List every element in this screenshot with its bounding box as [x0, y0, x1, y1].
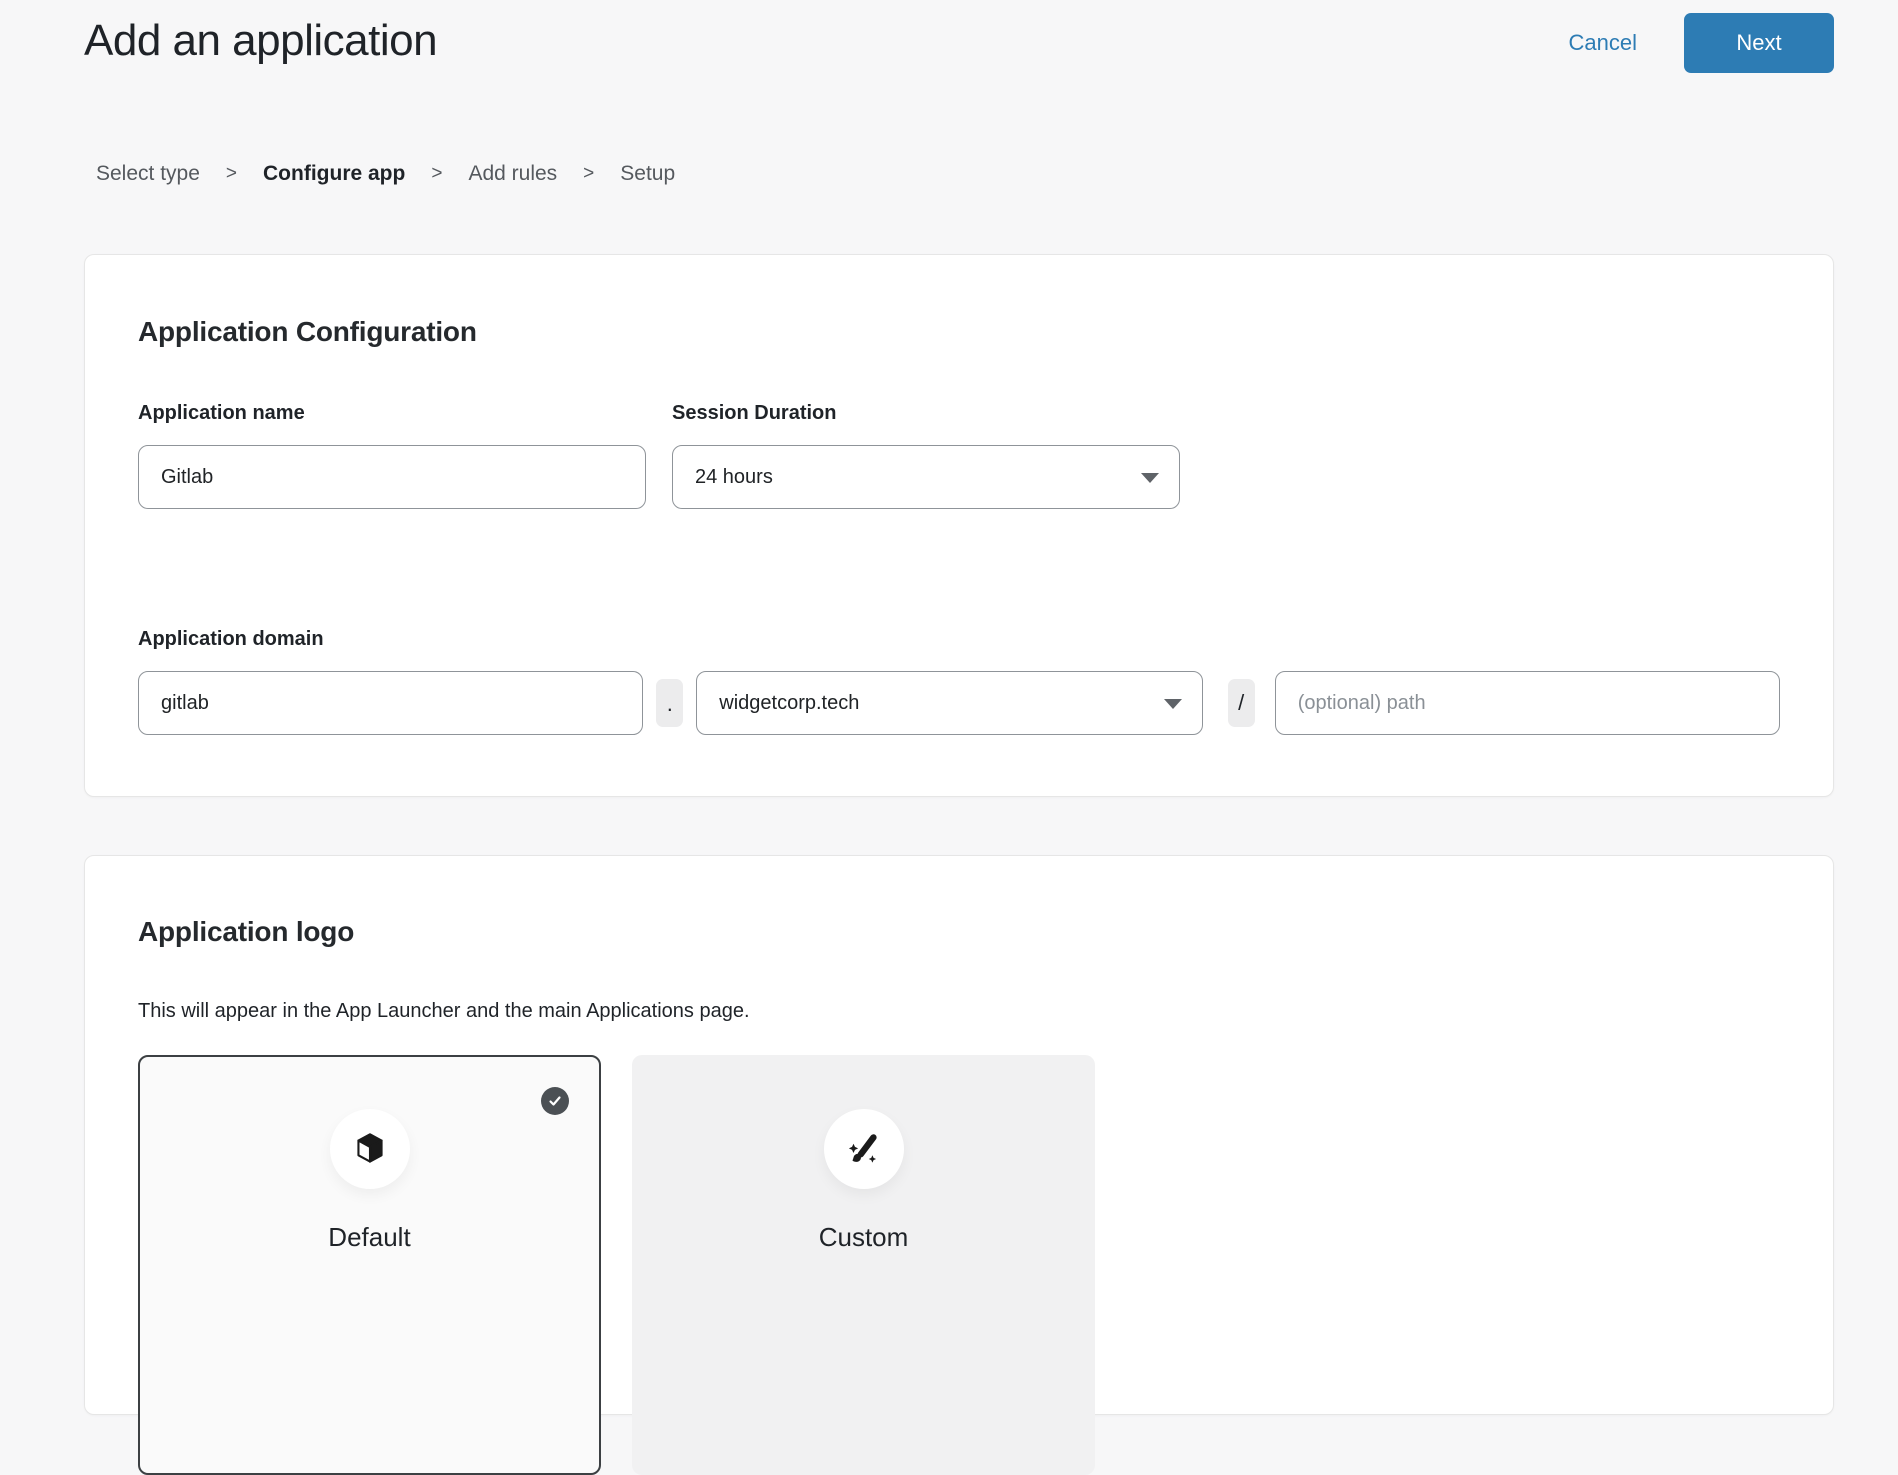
session-duration-field-group: Session Duration 24 hours [672, 401, 1180, 509]
application-domain-row: . widgetcorp.tech / [138, 671, 1780, 735]
default-logo-circle [330, 1109, 410, 1189]
session-duration-value: 24 hours [695, 466, 773, 489]
breadcrumb: Select type > Configure app > Add rules … [96, 160, 1898, 188]
breadcrumb-separator: > [583, 160, 594, 188]
application-name-label: Application name [138, 401, 646, 425]
application-logo-card: Application logo This will appear in the… [84, 855, 1834, 1415]
cancel-button[interactable]: Cancel [1569, 30, 1637, 56]
logo-option-label: Custom [819, 1222, 909, 1253]
logo-option-label: Default [328, 1222, 410, 1253]
cube-icon [349, 1128, 391, 1170]
breadcrumb-separator: > [431, 160, 442, 188]
next-button[interactable]: Next [1684, 13, 1834, 73]
application-name-field-group: Application name [138, 401, 646, 509]
logo-option-default[interactable]: Default [138, 1055, 601, 1475]
chevron-down-icon [1141, 473, 1159, 483]
logo-option-tiles: Default Custom [138, 1055, 1780, 1475]
selected-check-badge [541, 1087, 569, 1115]
check-icon [547, 1093, 563, 1109]
logo-option-custom[interactable]: Custom [632, 1055, 1095, 1475]
breadcrumb-separator: > [226, 160, 237, 188]
breadcrumb-step-add-rules[interactable]: Add rules [468, 160, 557, 188]
application-logo-title: Application logo [138, 915, 1780, 949]
application-name-input[interactable] [138, 445, 646, 509]
breadcrumb-step-select-type[interactable]: Select type [96, 160, 200, 188]
subdomain-input[interactable] [138, 671, 643, 735]
domain-dot-separator: . [656, 679, 683, 727]
session-duration-select[interactable]: 24 hours [672, 445, 1180, 509]
application-domain-label: Application domain [138, 627, 1780, 651]
application-configuration-card: Application Configuration Application na… [84, 254, 1834, 797]
paintbrush-icon [843, 1128, 885, 1170]
domain-slash-separator: / [1228, 679, 1255, 727]
breadcrumb-step-configure-app[interactable]: Configure app [263, 160, 405, 188]
application-logo-description: This will appear in the App Launcher and… [138, 999, 1780, 1023]
session-duration-label: Session Duration [672, 401, 1180, 425]
path-input[interactable] [1275, 671, 1780, 735]
page-header: Add an application Cancel Next [0, 0, 1898, 82]
header-actions: Cancel Next [1569, 13, 1834, 73]
application-configuration-title: Application Configuration [138, 315, 1780, 349]
domain-select-value: widgetcorp.tech [719, 692, 859, 715]
chevron-down-icon [1164, 699, 1182, 709]
domain-select[interactable]: widgetcorp.tech [696, 671, 1202, 735]
name-session-row: Application name Session Duration 24 hou… [138, 401, 1780, 509]
custom-logo-circle [824, 1109, 904, 1189]
breadcrumb-step-setup[interactable]: Setup [620, 160, 675, 188]
